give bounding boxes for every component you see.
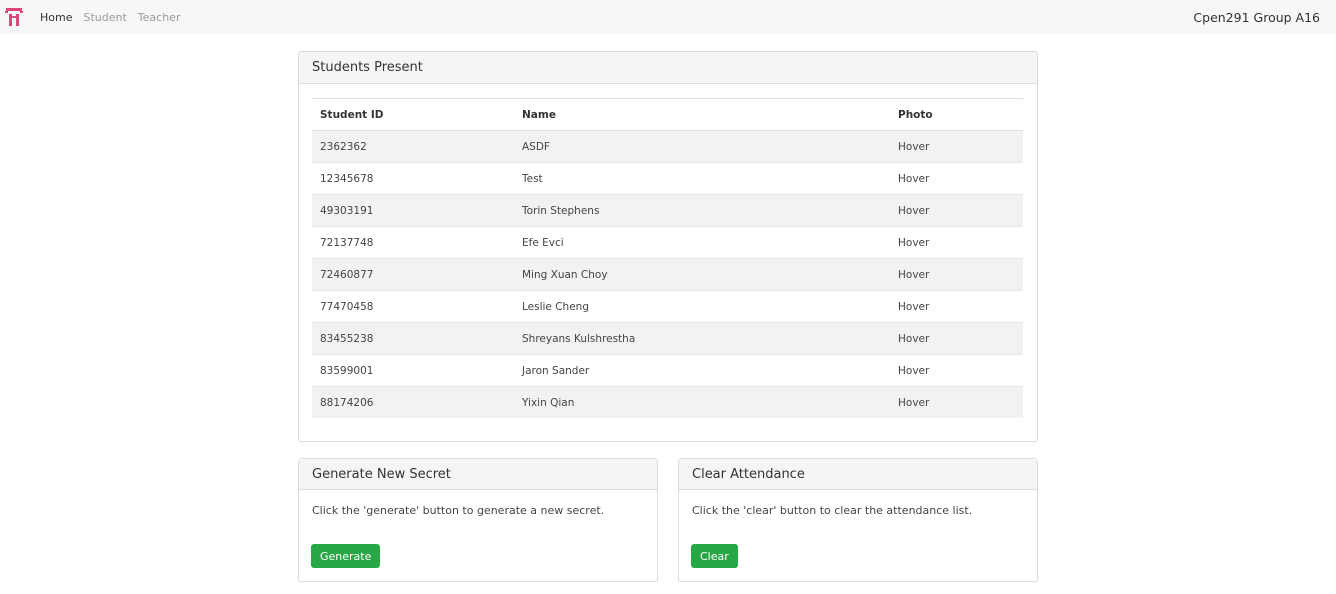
photo-hover-cell[interactable]: Hover (890, 162, 1023, 195)
student-name-cell: ASDF (514, 130, 890, 163)
nav-links: Home Student Teacher (40, 0, 191, 34)
table-row: 72137748 Efe Evci Hover (312, 226, 1023, 259)
table-row: 88174206 Yixin Qian Hover (312, 386, 1023, 418)
student-name-cell: Jaron Sander (514, 354, 890, 387)
generate-secret-card: Generate New Secret Click the 'generate'… (298, 458, 658, 582)
students-table-container: Student ID Name Photo 2362362 ASDF Hover 12… (312, 98, 1023, 418)
navbar: Home Student Teacher Cpen291 Group A16 (0, 0, 1336, 34)
student-id-cell: 72460877 (312, 258, 514, 291)
table-row: 12345678 Test Hover (312, 162, 1023, 195)
student-name-cell: Leslie Cheng (514, 290, 890, 323)
column-header-name: Name (514, 98, 890, 131)
clear-button[interactable]: Clear (691, 544, 738, 568)
student-id-cell: 77470458 (312, 290, 514, 323)
column-header-photo: Photo (890, 98, 1023, 131)
photo-hover-cell[interactable]: Hover (890, 322, 1023, 355)
photo-hover-cell[interactable]: Hover (890, 194, 1023, 227)
table-row: 2362362 ASDF Hover (312, 130, 1023, 163)
generate-button[interactable]: Generate (311, 544, 381, 568)
column-header-student-id: Student ID (312, 98, 514, 131)
student-id-cell: 72137748 (312, 226, 514, 259)
table-row: 49303191 Torin Stephens Hover (312, 194, 1023, 227)
clear-attendance-description: Click the 'clear' button to clear the at… (692, 504, 973, 517)
photo-hover-cell[interactable]: Hover (890, 354, 1023, 387)
student-id-cell: 83599001 (312, 354, 514, 387)
clear-attendance-title: Clear Attendance (679, 459, 1037, 490)
brand-title[interactable]: Cpen291 Group A16 (1193, 0, 1320, 34)
students-table: Student ID Name Photo 2362362 ASDF Hover 12… (312, 98, 1023, 418)
photo-hover-cell[interactable]: Hover (890, 226, 1023, 259)
table-row: 77470458 Leslie Cheng Hover (312, 290, 1023, 323)
generate-secret-title: Generate New Secret (299, 459, 657, 490)
table-row: 83455238 Shreyans Kulshrestha Hover (312, 322, 1023, 355)
students-present-card: Students Present Student ID Name Photo 2… (298, 51, 1038, 442)
student-name-cell: Shreyans Kulshrestha (514, 322, 890, 355)
nav-link-student[interactable]: Student (83, 11, 126, 24)
photo-hover-cell[interactable]: Hover (890, 258, 1023, 291)
logo-icon[interactable] (5, 7, 23, 27)
student-id-cell: 2362362 (312, 130, 514, 163)
photo-hover-cell[interactable]: Hover (890, 130, 1023, 163)
generate-secret-description: Click the 'generate' button to generate … (312, 504, 605, 517)
student-name-cell: Ming Xuan Choy (514, 258, 890, 291)
photo-hover-cell[interactable]: Hover (890, 386, 1023, 418)
student-name-cell: Torin Stephens (514, 194, 890, 227)
student-id-cell: 49303191 (312, 194, 514, 227)
student-name-cell: Test (514, 162, 890, 195)
student-name-cell: Efe Evci (514, 226, 890, 259)
table-header-row: Student ID Name Photo (312, 98, 1023, 131)
students-present-title: Students Present (299, 52, 1037, 84)
clear-attendance-card: Clear Attendance Click the 'clear' butto… (678, 458, 1038, 582)
nav-link-teacher[interactable]: Teacher (138, 11, 181, 24)
student-id-cell: 12345678 (312, 162, 514, 195)
student-name-cell: Yixin Qian (514, 386, 890, 418)
nav-link-home[interactable]: Home (40, 11, 72, 24)
student-id-cell: 88174206 (312, 386, 514, 418)
table-row: 83599001 Jaron Sander Hover (312, 354, 1023, 387)
table-row: 72460877 Ming Xuan Choy Hover (312, 258, 1023, 291)
photo-hover-cell[interactable]: Hover (890, 290, 1023, 323)
student-id-cell: 83455238 (312, 322, 514, 355)
